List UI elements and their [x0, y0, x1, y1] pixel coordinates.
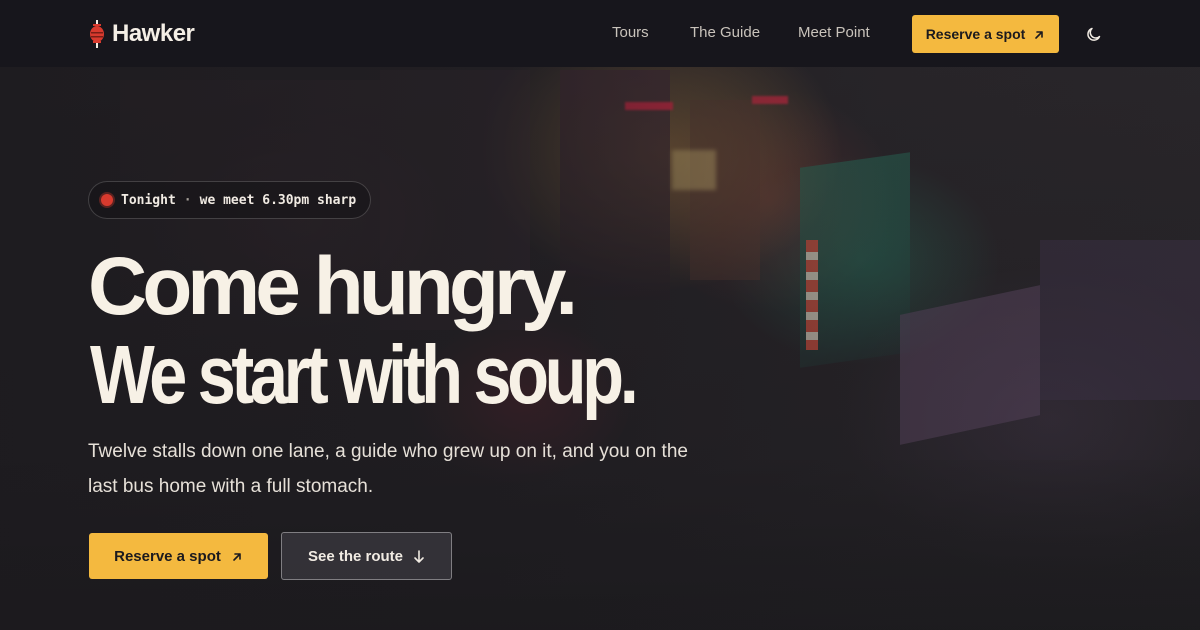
moon-icon[interactable]	[1084, 24, 1104, 44]
reserve-spot-label: Reserve a spot	[114, 547, 221, 565]
badge-label: Tonight	[121, 192, 176, 208]
arrow-up-right-icon	[1033, 28, 1045, 40]
hero-lede: Twelve stalls down one lane, a guide who…	[88, 441, 688, 497]
nav-link-the-guide[interactable]: The Guide	[690, 24, 760, 41]
top-nav: Hawker Tours The Guide Meet Point Reserv…	[0, 0, 1200, 67]
see-route-label: See the route	[307, 547, 404, 565]
brand-name: Hawker	[112, 20, 195, 47]
nav-link-tours[interactable]: Tours	[612, 24, 649, 41]
lantern-icon	[88, 20, 106, 48]
nav-link-meet-point[interactable]: Meet Point	[798, 24, 870, 41]
brand-logo-link[interactable]: Hawker	[88, 19, 195, 49]
tonight-badge: Tonight · we meet 6.30pm sharp	[88, 181, 372, 219]
hero-headline-line-2: We start with soup.	[90, 327, 639, 422]
see-route-button[interactable]: See the route	[281, 532, 452, 580]
live-dot-icon	[101, 194, 113, 206]
reserve-spot-button[interactable]: Reserve a spot	[89, 533, 268, 579]
nav-reserve-label: Reserve a spot	[925, 26, 1026, 42]
arrow-up-right-icon	[231, 550, 243, 562]
badge-detail: we meet 6.30pm sharp	[199, 192, 357, 208]
hero-headline-line-1: Come hungry.	[88, 241, 578, 332]
badge-separator: ·	[183, 192, 192, 208]
nav-reserve-button[interactable]: Reserve a spot	[912, 15, 1059, 53]
arrow-down-icon	[413, 550, 425, 563]
